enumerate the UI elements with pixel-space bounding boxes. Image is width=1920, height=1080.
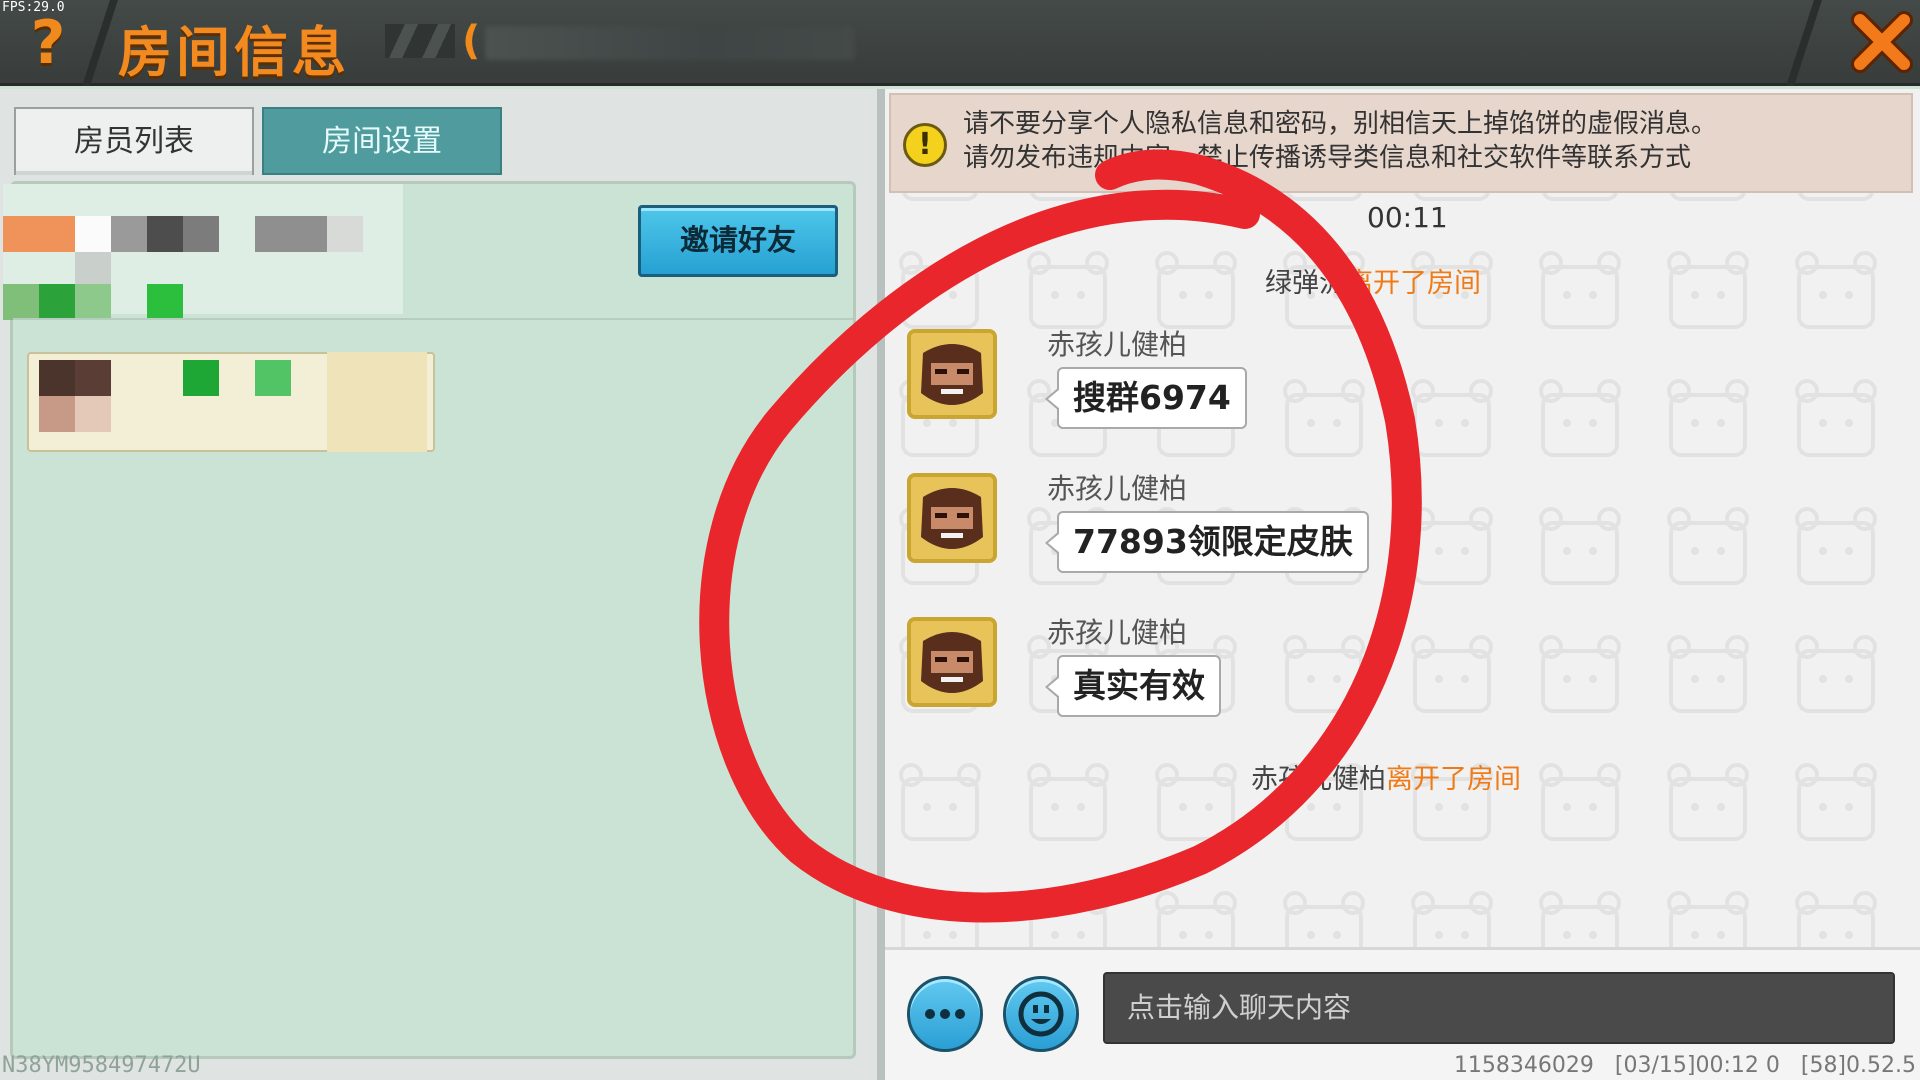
bubble-tail [1045,531,1060,555]
ellipsis-icon [925,1009,965,1019]
system-message-action: 离开了房间 [1386,764,1521,795]
tab-room-settings[interactable]: 房间设置 [262,107,502,175]
help-icon[interactable]: ? [24,10,72,76]
warning-icon: ! [903,123,947,167]
more-options-button[interactable] [907,976,983,1052]
client-version: [58]0.52.5 [1800,1053,1916,1078]
header-decoration [385,24,455,58]
message-sender: 赤孩儿健柏 [1047,472,1188,505]
chat-message: 赤孩儿健柏 真实有效 [907,616,1607,747]
bubble-tail [1045,387,1060,411]
system-message-action: 离开了房间 [1346,268,1481,299]
chat-message: 赤孩儿健柏 77893领限定皮肤 [907,472,1607,603]
avatar[interactable] [907,617,997,707]
redacted-member-card[interactable] [27,352,435,452]
panel-splitter [877,89,885,1080]
page-title: 房间信息 [118,21,350,84]
chat-input[interactable]: 点击输入聊天内容 [1103,972,1895,1044]
device-id: N38YM958497472U [2,1053,201,1078]
emoji-button[interactable] [1003,976,1079,1052]
invite-friend-button[interactable]: 邀请好友 [638,205,838,277]
redacted-member-row[interactable] [3,184,613,320]
message-sender: 赤孩儿健柏 [1047,328,1188,361]
bubble-tail [1045,675,1060,699]
message-sender: 赤孩儿健柏 [1047,616,1188,649]
system-message: 赤孩儿健柏离开了房间 [1251,757,1521,796]
warning-text-line-1: 请不要分享个人隐私信息和密码，别相信天上掉馅饼的虚假消息。 [963,109,1718,139]
tab-member-list[interactable]: 房员列表 [14,107,254,175]
chat-panel: ! 请不要分享个人隐私信息和密码，别相信天上掉馅饼的虚假消息。 请勿发布违规内容… [885,89,1920,1080]
chat-timestamp: 00:11 [1367,201,1448,234]
close-icon [1851,11,1913,73]
member-list: 邀请好友 [3,181,856,1059]
title-bar: FPS:29.0 ? 房间信息 ( [0,0,1920,86]
message-bubble[interactable]: 真实有效 [1045,655,1221,717]
bearded-face-icon [911,333,993,415]
avatar[interactable] [907,329,997,419]
message-text: 77893领限定皮肤 [1073,522,1353,561]
bearded-face-icon [911,621,993,703]
message-text: 真实有效 [1073,666,1205,705]
message-bubble[interactable]: 搜群6974 [1045,367,1247,429]
header-divider [82,0,118,86]
message-text: 搜群6974 [1073,378,1231,417]
safety-warning-banner: ! 请不要分享个人隐私信息和密码，别相信天上掉馅饼的虚假消息。 请勿发布违规内容… [889,93,1913,193]
avatar[interactable] [907,473,997,563]
chat-message: 赤孩儿健柏 搜群6974 [907,328,1607,459]
room-id-redacted [485,26,855,60]
room-id-bracket: ( [462,18,481,64]
warning-text-line-2: 请勿发布违规内容，禁止传播诱导类信息和社交软件等联系方式 [963,143,1692,173]
close-button[interactable] [1810,0,1920,86]
system-message: 绿弹流离开了房间 [1265,261,1481,300]
members-panel: 房员列表 房间设置 邀请好友 N38YM958497472U [0,89,880,1080]
footer-info: 1158346029 [03/15]00:12 0 [58]0.52.5 [1454,1053,1916,1078]
smiley-face-icon [1018,991,1064,1037]
message-bubble[interactable]: 77893领限定皮肤 [1045,511,1369,573]
user-uin: 1158346029 [1453,1053,1594,1078]
member-divider [13,318,853,320]
bearded-face-icon [911,477,993,559]
server-time: [03/15]00:12 0 [1614,1053,1780,1078]
system-message-user: 绿弹流 [1265,268,1346,299]
system-message-user: 赤孩儿健柏 [1251,764,1386,795]
